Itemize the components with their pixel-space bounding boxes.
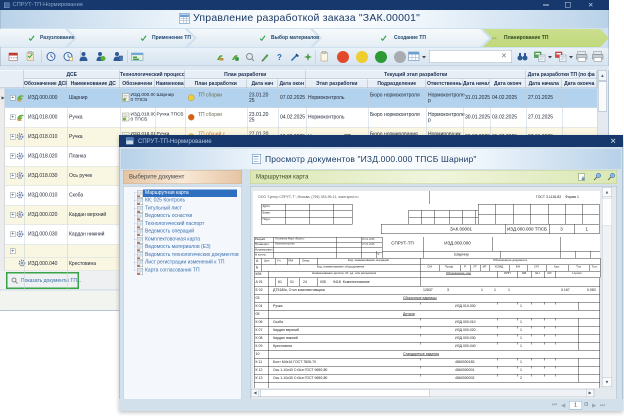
svg-text:?: ? (277, 53, 282, 62)
